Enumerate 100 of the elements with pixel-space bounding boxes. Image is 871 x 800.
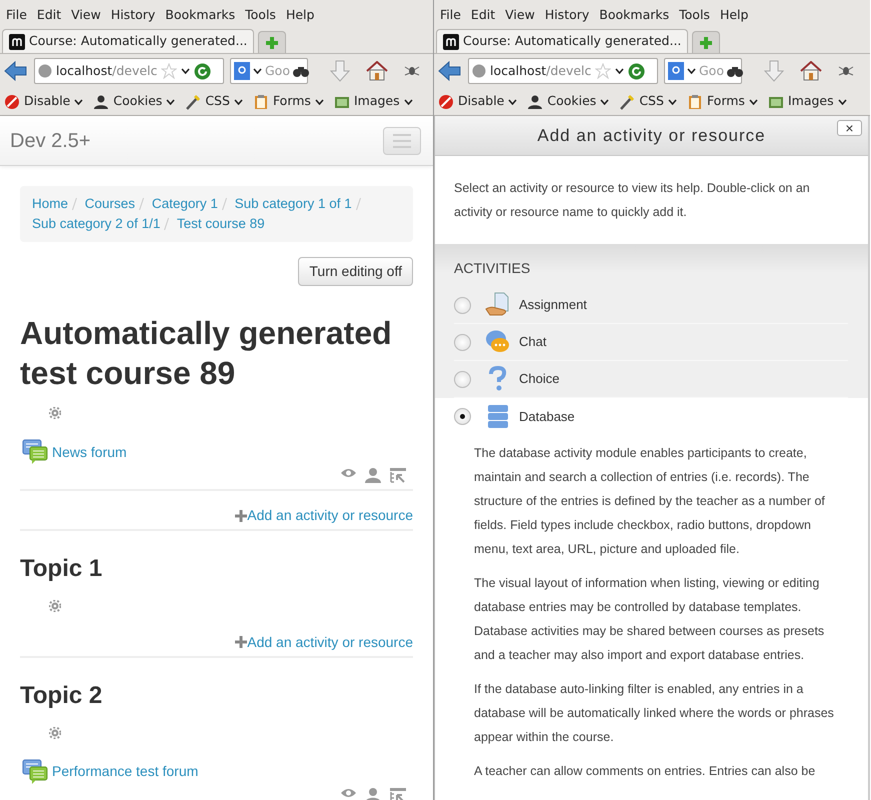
toolbar-menu-button[interactable]: Disable (438, 92, 518, 111)
site-name[interactable]: Dev 2.5+ (10, 126, 91, 156)
download-arrow-icon[interactable] (764, 60, 784, 82)
add-activity-link[interactable]: Add an activity or resource (235, 505, 413, 526)
binoculars-icon[interactable] (726, 65, 743, 77)
back-arrow-icon[interactable] (4, 61, 28, 81)
chevron-down-icon (166, 98, 176, 104)
dialog-title: Add an activity or resource (537, 124, 766, 147)
address-field[interactable]: localhost/develc (468, 58, 658, 84)
menu-item[interactable]: History (544, 6, 590, 25)
forum-icon (22, 758, 48, 785)
menu-item[interactable]: History (110, 6, 156, 25)
menu-item[interactable]: Bookmarks (165, 6, 236, 25)
chevron-down-icon (838, 98, 847, 104)
person-icon[interactable] (365, 786, 381, 800)
category-heading: ACTIVITIES (454, 259, 532, 278)
chevron-down-icon (314, 98, 324, 104)
browser-tab[interactable]: Course: Automatically generated... (436, 29, 688, 53)
home-icon[interactable] (366, 61, 388, 81)
gear-icon[interactable] (49, 600, 61, 612)
toolbar-menu-button[interactable]: Forms (686, 92, 758, 111)
site-logo-icon (9, 34, 25, 50)
bug-icon[interactable] (838, 64, 854, 78)
database-icon (485, 404, 511, 430)
toolbar-menu-button[interactable]: Disable (4, 92, 84, 111)
url-text: localhost/develc (490, 62, 592, 80)
move-icon[interactable] (389, 786, 407, 800)
activity-option[interactable]: Database (435, 398, 868, 435)
slash-icon (72, 198, 78, 210)
address-field[interactable]: localhost/develc (34, 58, 224, 84)
menu-item[interactable]: Tools (245, 6, 276, 25)
radio-button[interactable] (454, 334, 471, 350)
back-arrow-icon[interactable] (438, 61, 462, 81)
add-activity-link[interactable]: Add an activity or resource (235, 632, 413, 653)
close-button[interactable]: × (837, 120, 862, 136)
toolbar-menu-button[interactable]: CSS (619, 92, 677, 111)
gear-icon[interactable] (49, 726, 61, 739)
menu-item[interactable]: Tools (679, 6, 710, 25)
activity-option[interactable]: Chat (454, 324, 848, 361)
browser-tab[interactable]: Course: Automatically generated... (2, 29, 254, 53)
eye-icon[interactable] (340, 786, 357, 799)
chevron-down-icon (74, 98, 84, 104)
globe-icon (38, 64, 52, 78)
section-title: Topic 2 (20, 682, 104, 711)
person-icon (93, 94, 110, 110)
new-tab-button[interactable] (692, 31, 720, 53)
binoculars-icon[interactable] (292, 65, 309, 77)
menu-item[interactable]: Help (286, 6, 314, 25)
document-hand-icon (485, 292, 511, 318)
person-icon[interactable] (365, 467, 381, 483)
gear-icon[interactable] (49, 407, 61, 419)
plus-icon (235, 636, 248, 648)
activity-link[interactable]: News forum (52, 442, 127, 462)
menu-item[interactable]: Edit (470, 6, 496, 25)
menu-item[interactable]: View (71, 6, 101, 25)
toolbar-menu-button[interactable]: Cookies (93, 92, 176, 111)
editing-toggle-button[interactable]: Turn editing off (298, 257, 413, 286)
radio-button[interactable] (454, 370, 471, 388)
download-arrow-icon[interactable] (330, 60, 350, 82)
site-logo-icon (443, 34, 459, 50)
chevron-down-icon (404, 98, 413, 104)
toolbar-menu-button[interactable]: Images (334, 92, 413, 111)
new-tab-button[interactable] (258, 31, 286, 53)
reload-icon[interactable] (628, 62, 646, 80)
wand-icon (185, 94, 202, 110)
radio-button[interactable] (454, 408, 471, 425)
bug-icon[interactable] (404, 64, 420, 78)
menu-item[interactable]: Help (720, 6, 748, 25)
menu-item[interactable]: Bookmarks (599, 6, 670, 25)
menu-item[interactable]: Edit (36, 6, 62, 25)
chevron-down-icon[interactable] (615, 68, 624, 74)
star-icon[interactable] (595, 63, 612, 79)
section-title: Topic 1 (20, 555, 104, 584)
chevron-down-icon[interactable] (687, 68, 696, 74)
chevron-down-icon (748, 98, 758, 104)
toolbar-menu-button[interactable]: Images (768, 92, 847, 111)
eye-icon[interactable] (340, 467, 357, 479)
help-paragraph: A teacher can allow comments on entries. Entries can also be (474, 763, 816, 780)
disable-icon (438, 94, 454, 110)
menu-item[interactable]: View (505, 6, 535, 25)
menu-toggle-button[interactable] (383, 126, 421, 154)
activity-option[interactable]: Assignment (454, 287, 848, 324)
star-icon[interactable] (161, 63, 178, 79)
search-engine-icon (668, 62, 684, 80)
chevron-down-icon[interactable] (181, 68, 190, 74)
toolbar-menu-button[interactable]: CSS (185, 92, 243, 111)
disable-icon (4, 94, 20, 110)
activity-link[interactable]: Performance test forum (52, 761, 198, 782)
toolbar-menu-button[interactable]: Cookies (527, 92, 610, 111)
chevron-down-icon[interactable] (253, 68, 262, 74)
menu-item[interactable]: File (440, 6, 461, 25)
plus-icon (235, 510, 248, 522)
radio-button[interactable] (454, 296, 471, 314)
move-icon[interactable] (389, 467, 407, 483)
toolbar-menu-button[interactable]: Forms (252, 92, 324, 111)
chevron-down-icon (600, 98, 610, 104)
url-text: localhost/develc (56, 62, 158, 80)
menu-item[interactable]: File (6, 6, 27, 25)
home-icon[interactable] (800, 61, 822, 81)
reload-icon[interactable] (194, 62, 212, 80)
